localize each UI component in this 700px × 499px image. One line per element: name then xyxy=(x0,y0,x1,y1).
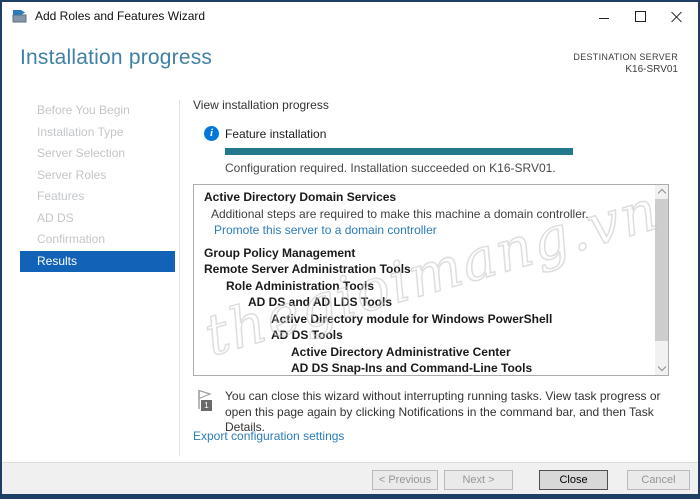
feature-installation-label: Feature installation xyxy=(225,127,327,141)
sidebar-item-ad-ds: AD DS xyxy=(37,210,74,225)
result-item: Active Directory Domain Services xyxy=(204,190,397,204)
result-item: Remote Server Administration Tools xyxy=(204,262,411,276)
close-button[interactable] xyxy=(658,2,694,30)
result-item: AD DS Tools xyxy=(271,328,343,342)
info-icon: i xyxy=(204,126,219,141)
result-item: Role Administration Tools xyxy=(226,278,375,293)
scrollbar-down-arrow-icon[interactable] xyxy=(655,361,668,375)
wizard-window: Add Roles and Features Wizard Installati… xyxy=(0,0,700,499)
export-configuration-link[interactable]: Export configuration settings xyxy=(193,429,344,443)
installation-progress-bar xyxy=(225,148,573,155)
notification-count-badge: 1 xyxy=(201,400,212,411)
result-item: Active Directory Administrative Center xyxy=(291,344,511,359)
close-icon xyxy=(671,11,682,22)
installation-status-text: Configuration required. Installation suc… xyxy=(225,161,556,175)
sidebar-item-features: Features xyxy=(37,189,85,203)
scrollbar-thumb[interactable] xyxy=(655,199,668,341)
promote-domain-controller-link[interactable]: Promote this server to a domain controll… xyxy=(194,222,654,239)
previous-button[interactable]: < Previous xyxy=(372,470,438,490)
wizard-app-icon xyxy=(12,9,29,23)
result-item: Active Directory module for Windows Powe… xyxy=(271,311,553,326)
result-item: AD DS Snap-Ins and Command-Line Tools xyxy=(291,361,533,375)
result-item-note: Additional steps are required to make th… xyxy=(211,206,589,221)
result-item: Group Policy Management xyxy=(204,245,356,260)
maximize-button[interactable] xyxy=(622,2,658,30)
next-button[interactable]: Next > xyxy=(444,470,513,490)
close-wizard-button[interactable]: Close xyxy=(539,470,608,490)
installation-progress-fill xyxy=(225,148,573,155)
scrollbar-up-arrow-icon[interactable] xyxy=(655,185,668,199)
result-item: AD DS and AD LDS Tools xyxy=(248,295,392,309)
sidebar-item-results[interactable]: Results xyxy=(20,250,175,272)
installation-results-list: Active Directory Domain Services Additio… xyxy=(193,184,669,376)
sidebar-separator xyxy=(179,100,180,456)
minimize-icon xyxy=(599,17,609,19)
destination-server-label: DESTINATION SERVER xyxy=(573,52,678,62)
sidebar-item-confirmation: Confirmation xyxy=(37,232,106,246)
destination-server-name: K16-SRV01 xyxy=(625,64,678,75)
page-title: Installation progress xyxy=(20,46,213,69)
sidebar-item-server-roles: Server Roles xyxy=(37,167,107,182)
title-bar[interactable]: Add Roles and Features Wizard xyxy=(2,2,698,30)
window-title: Add Roles and Features Wizard xyxy=(35,9,206,23)
maximize-icon xyxy=(634,10,646,22)
sidebar-item-before-you-begin: Before You Begin xyxy=(37,103,130,117)
sidebar-item-server-selection: Server Selection xyxy=(37,146,126,160)
window-controls xyxy=(586,2,694,30)
cancel-button[interactable]: Cancel xyxy=(627,470,690,490)
destination-server-block: DESTINATION SERVER K16-SRV01 xyxy=(573,52,678,75)
results-rows: Active Directory Domain Services Additio… xyxy=(194,189,654,377)
wizard-steps-sidebar: Before You Begin Installation Type Serve… xyxy=(2,100,178,272)
view-progress-label: View installation progress xyxy=(193,98,329,112)
minimize-button[interactable] xyxy=(586,2,622,30)
sidebar-item-installation-type: Installation Type xyxy=(37,124,124,139)
results-scrollbar[interactable] xyxy=(655,185,668,375)
